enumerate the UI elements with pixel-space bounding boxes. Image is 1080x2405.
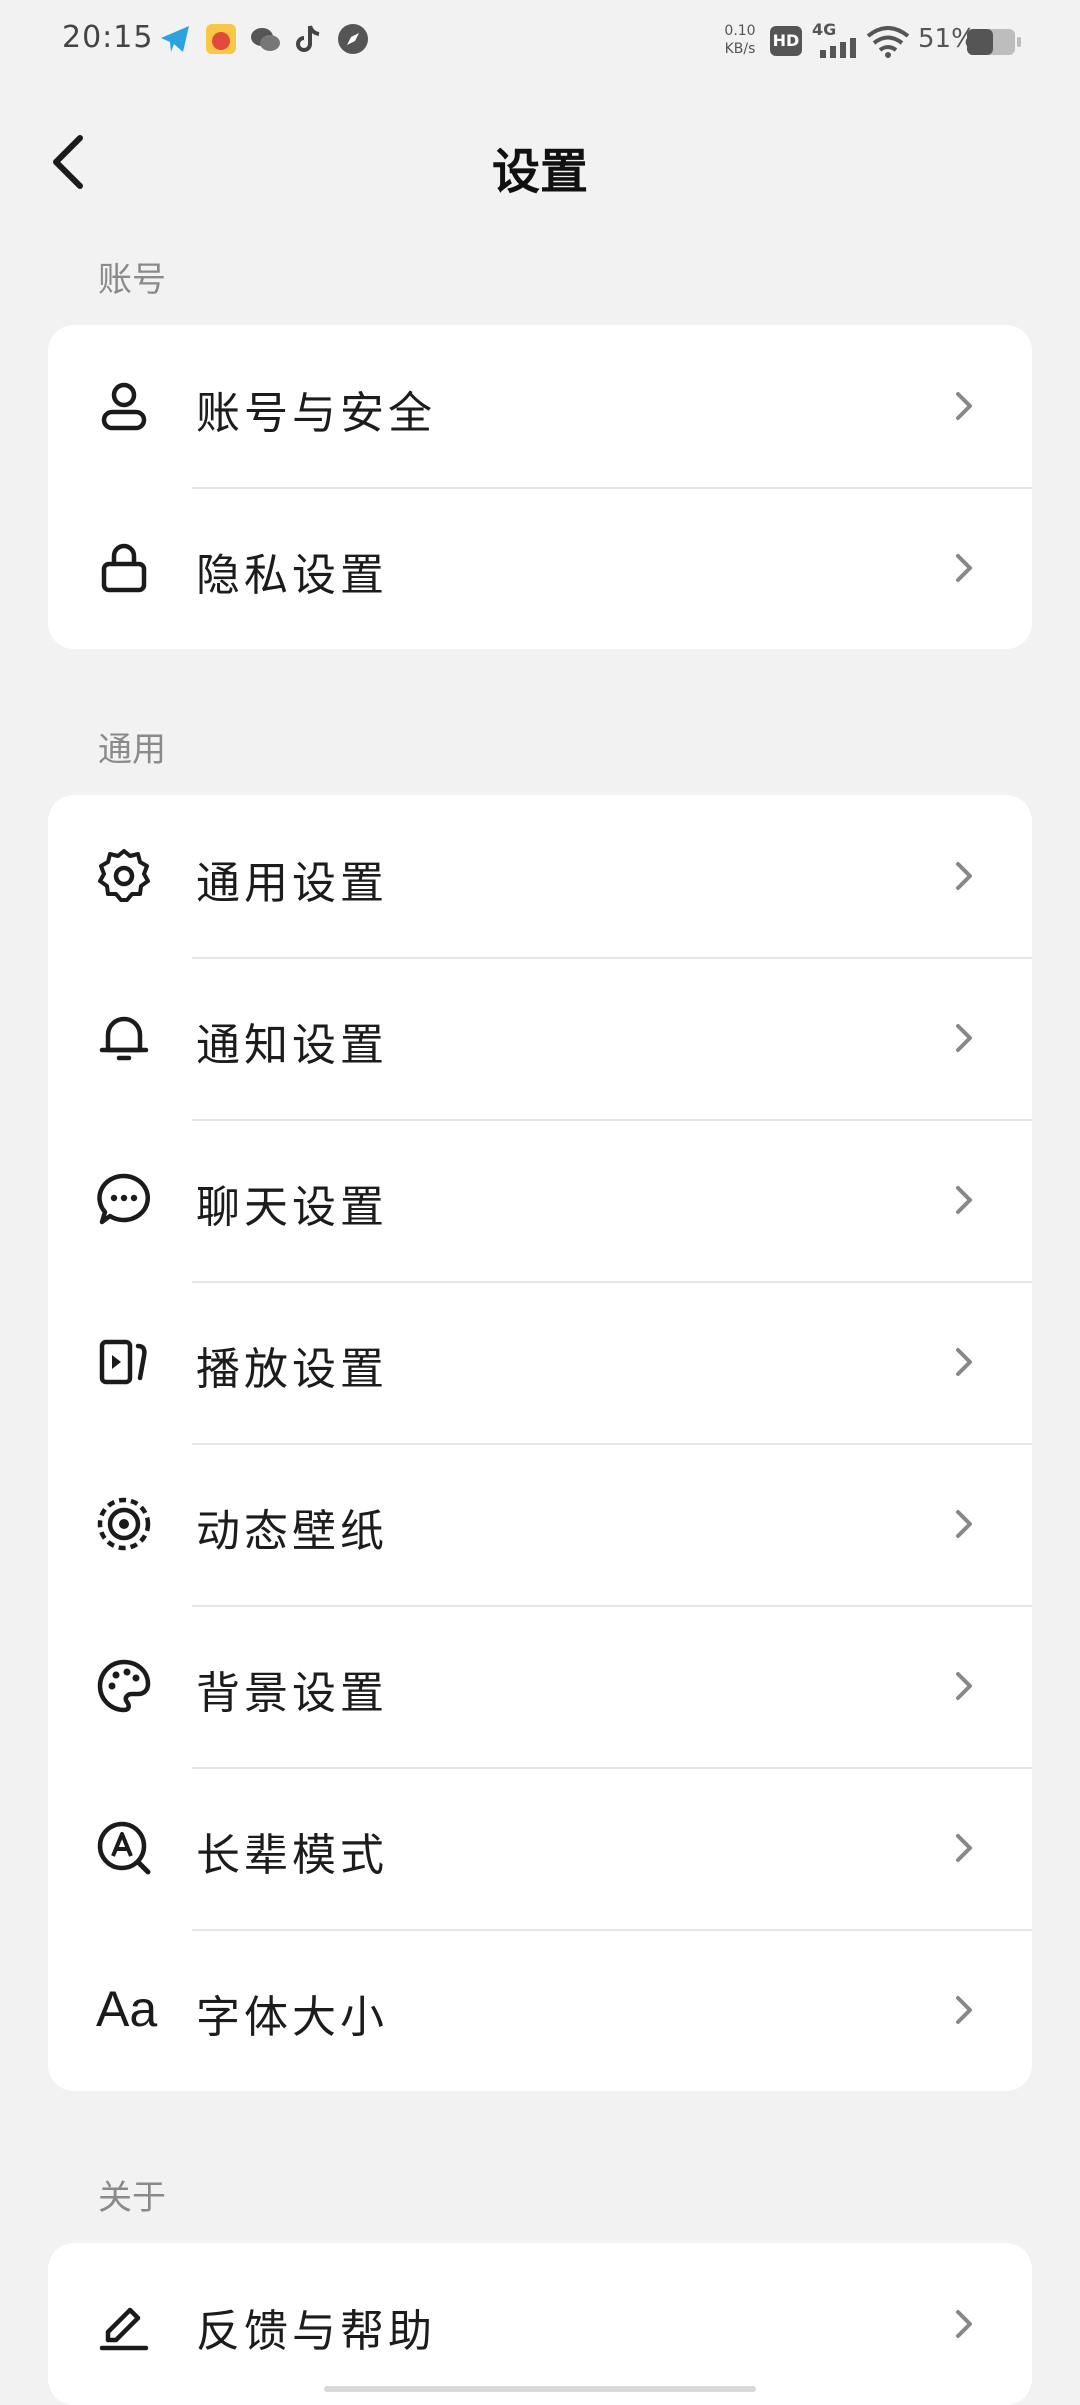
settings-item-notification[interactable]: 通知设置	[48, 957, 1032, 1119]
palette-icon	[97, 1659, 151, 1713]
account-card: 账号与安全 隐私设置	[48, 325, 1032, 649]
status-bar: 20:15 0.10 KB/s HD 4G 51%	[0, 0, 1080, 84]
chevron-right-icon	[956, 1186, 972, 1214]
lock-icon	[101, 543, 147, 593]
settings-item-general[interactable]: 通用设置	[48, 795, 1032, 957]
chevron-right-icon	[956, 1672, 972, 1700]
wifi-icon	[866, 26, 910, 58]
chat-bubble-icon	[97, 1173, 150, 1225]
compass-app-icon	[338, 24, 368, 54]
chevron-right-icon	[956, 554, 972, 582]
settings-item-elder-mode[interactable]: 长辈模式	[48, 1767, 1032, 1929]
person-icon	[101, 382, 147, 431]
network-speed: 0.10 KB/s	[724, 23, 756, 57]
live-wallpaper-icon	[97, 1497, 151, 1551]
settings-item-label: 隐私设置	[196, 550, 388, 601]
settings-item-label: 播放设置	[196, 1344, 388, 1395]
chevron-right-icon	[956, 1510, 972, 1538]
settings-item-label: 背景设置	[196, 1668, 388, 1719]
settings-item-background[interactable]: 背景设置	[48, 1605, 1032, 1767]
settings-item-font-size[interactable]: Aa 字体大小	[48, 1929, 1032, 2091]
chevron-right-icon	[956, 1024, 972, 1052]
font-size-icon: Aa	[96, 1981, 158, 2037]
battery-icon	[967, 29, 1021, 55]
chevron-right-icon	[956, 392, 972, 420]
settings-item-playback[interactable]: 播放设置	[48, 1281, 1032, 1443]
section-label-general: 通用	[98, 730, 166, 770]
settings-item-label: 字体大小	[196, 1992, 388, 2043]
home-indicator[interactable]	[324, 2386, 756, 2392]
elder-mode-icon	[97, 1821, 151, 1875]
settings-item-live-wallpaper[interactable]: 动态壁纸	[48, 1443, 1032, 1605]
chevron-right-icon	[956, 2310, 972, 2338]
chevron-right-icon	[956, 1996, 972, 2024]
game-app-icon	[206, 24, 236, 54]
settings-item-label: 聊天设置	[196, 1182, 388, 1233]
settings-item-account-security[interactable]: 账号与安全	[48, 325, 1032, 487]
cellular-signal: 4G	[812, 20, 858, 58]
tiktok-icon	[296, 25, 320, 52]
page-title: 设置	[491, 144, 588, 200]
wechat-icon	[251, 28, 280, 51]
settings-item-chat[interactable]: 聊天设置	[48, 1119, 1032, 1281]
status-time: 20:15	[62, 20, 154, 55]
settings-item-label: 通用设置	[196, 858, 388, 909]
gear-icon	[98, 849, 150, 902]
about-card: 反馈与帮助	[48, 2243, 1032, 2405]
edit-pen-icon	[99, 2307, 149, 2351]
settings-item-label: 账号与安全	[196, 388, 436, 439]
settings-item-label: 动态壁纸	[196, 1506, 388, 1557]
settings-item-label: 长辈模式	[196, 1830, 388, 1881]
chevron-right-icon	[956, 1348, 972, 1376]
hd-badge: HD	[770, 26, 802, 56]
settings-item-privacy[interactable]: 隐私设置	[48, 487, 1032, 649]
general-card: 通用设置 通知设置 聊天设置 播放设置 动态壁纸 背景设置 长辈模式 Aa 字体…	[48, 795, 1032, 2091]
telegram-icon	[161, 26, 189, 52]
settings-item-label: 反馈与帮助	[196, 2306, 436, 2357]
section-label-account: 账号	[98, 260, 166, 300]
bell-icon	[99, 1016, 149, 1061]
section-label-about: 关于	[98, 2178, 166, 2218]
chevron-right-icon	[956, 862, 972, 890]
chevron-right-icon	[956, 1834, 972, 1862]
play-icon	[99, 1339, 147, 1385]
signal-bars-icon	[820, 38, 856, 58]
settings-item-feedback-help[interactable]: 反馈与帮助	[48, 2243, 1032, 2405]
settings-item-label: 通知设置	[196, 1020, 388, 1071]
page-header: 设置	[0, 110, 1080, 210]
